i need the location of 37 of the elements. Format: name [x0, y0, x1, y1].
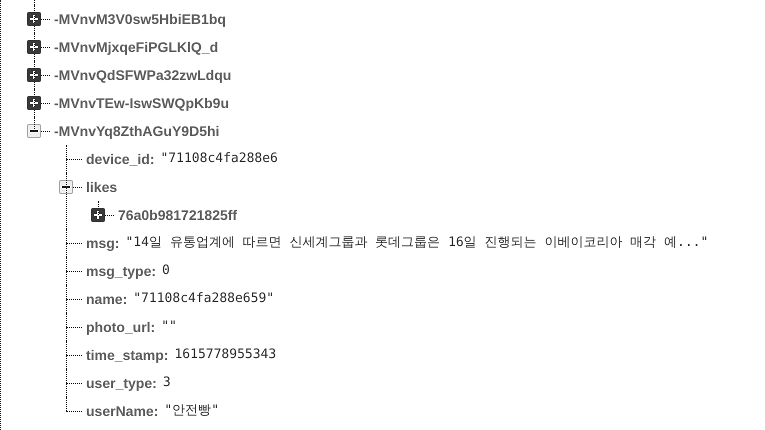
node-key[interactable]: msg: — [86, 232, 120, 254]
toggle-button[interactable] — [27, 40, 41, 54]
node-value: "안전빵" — [164, 402, 220, 420]
node-value: 0 — [162, 262, 170, 280]
node-value: 3 — [162, 374, 171, 392]
minus-icon — [62, 186, 70, 188]
toggle-button[interactable] — [27, 12, 41, 26]
node-key[interactable]: userName: — [86, 400, 158, 422]
node-value: "71108c4fa288e659" — [133, 290, 274, 308]
node-key[interactable]: 76a0b981721825ff — [118, 204, 238, 226]
node-key[interactable]: msg_type: — [86, 260, 156, 282]
toggle-button[interactable] — [27, 68, 41, 82]
minus-icon — [30, 130, 38, 132]
plus-icon — [30, 15, 38, 23]
plus-icon — [30, 71, 38, 79]
node-key[interactable]: -MVnvMjxqeFiPGLKlQ_d — [54, 36, 218, 58]
node-key[interactable]: -MVnvQdSFWPa32zwLdqu — [54, 64, 232, 86]
node-key[interactable]: user_type: — [86, 372, 157, 394]
toggle-button[interactable] — [91, 208, 105, 222]
toggle-button[interactable] — [27, 96, 41, 110]
node-key[interactable]: -MVnvTEw-IswSWQpKb9u — [54, 92, 229, 114]
node-value: "" — [161, 318, 177, 336]
node-key[interactable]: time_stamp: — [86, 344, 168, 366]
node-key[interactable]: likes — [86, 176, 118, 198]
toggle-button[interactable] — [59, 180, 73, 194]
plus-icon — [94, 211, 102, 219]
node-key[interactable]: device_id: — [86, 148, 154, 170]
node-key[interactable]: name: — [86, 288, 128, 310]
node-key[interactable]: -MVnvM3V0sw5HbiEB1bq — [54, 8, 226, 30]
plus-icon — [30, 43, 38, 51]
node-value: "14일 유통업계에 따르면 신세계그룹과 롯데그룹은 16일 진행되는 이베이코리아 매각 예..." — [125, 234, 708, 252]
node-key[interactable]: photo_url: — [86, 316, 156, 338]
toggle-button[interactable] — [27, 124, 41, 138]
node-value: 1615778955343 — [174, 346, 276, 364]
node-key[interactable]: -MVnvYq8ZthAGuY9D5hi — [54, 120, 220, 142]
node-value: "71108c4fa288e6 — [160, 150, 278, 168]
plus-icon — [30, 99, 38, 107]
